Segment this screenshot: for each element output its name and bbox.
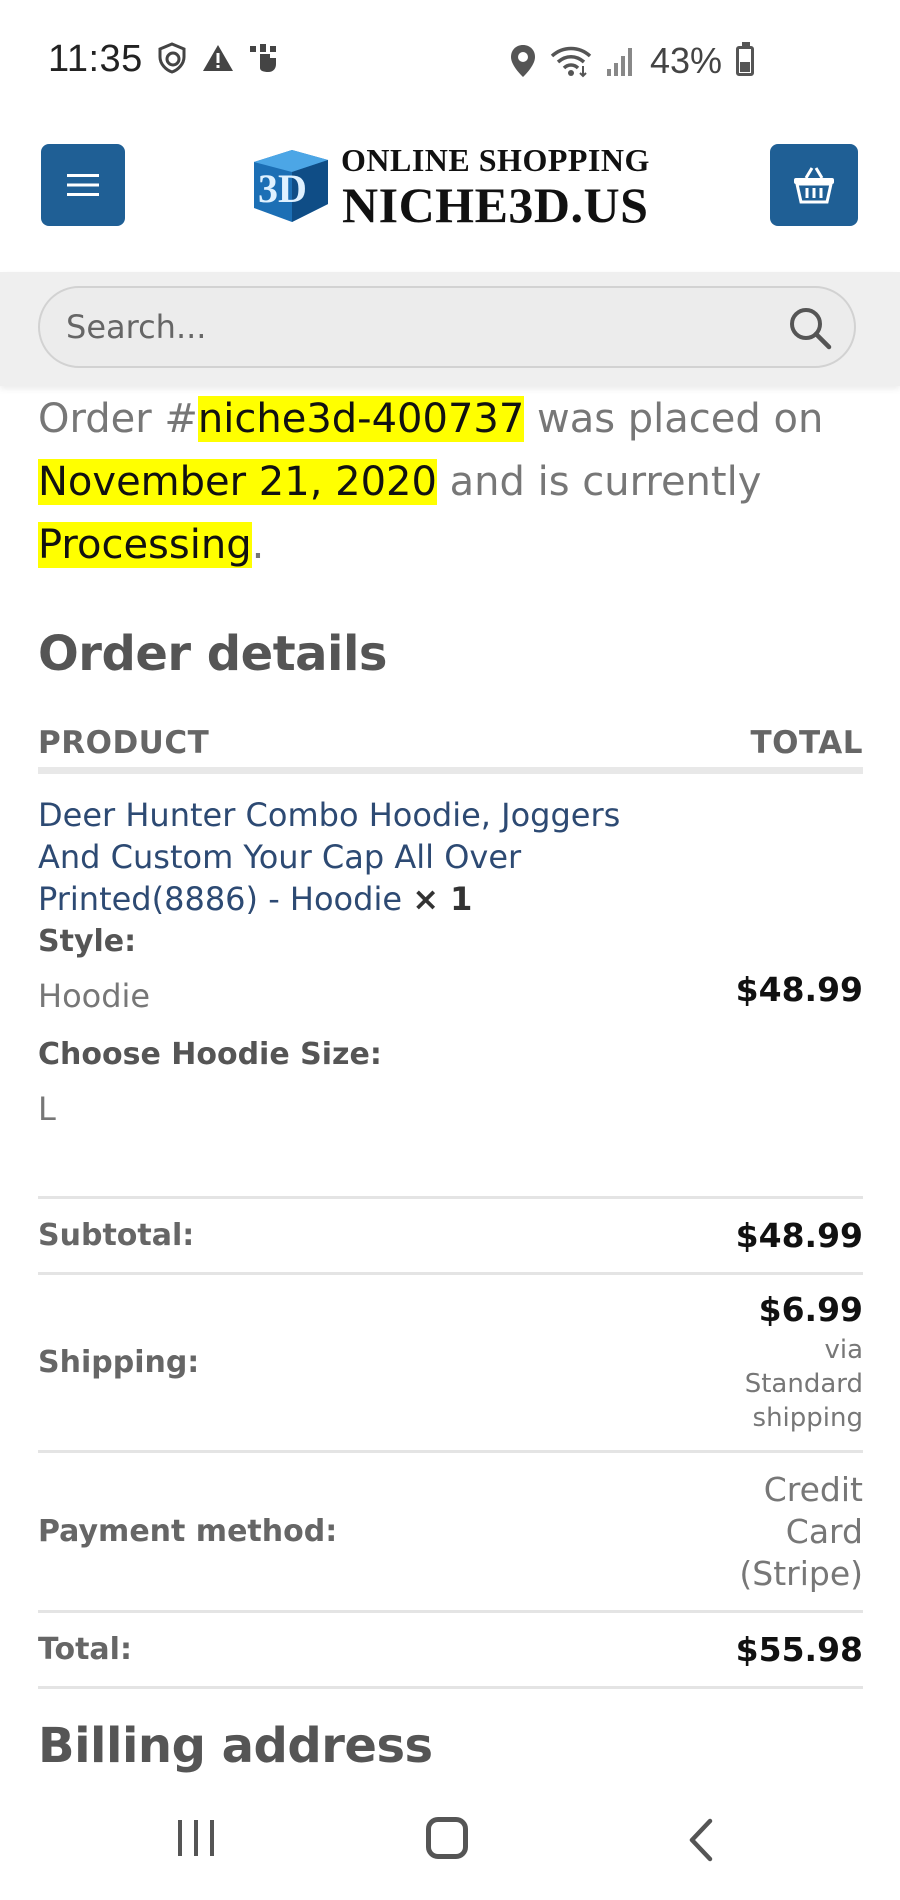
subtotal-value: $48.99 [735, 1216, 863, 1255]
order-status: Processing [38, 522, 252, 568]
status-bar: 11:35 43% [0, 0, 900, 120]
order-mid-text-2: and is currently [436, 459, 762, 505]
shipping-label: Shipping: [38, 1345, 200, 1380]
search-box [38, 286, 856, 368]
col-total-header: TOTAL [750, 724, 863, 761]
logo-wordmark: NICHE3D.US [342, 177, 649, 233]
order-table-header: PRODUCT TOTAL [38, 718, 863, 774]
payment-method-value: Credit Card (Stripe) [739, 1469, 863, 1595]
site-logo[interactable]: 3D ONLINE SHOPPING NICHE3D.US [248, 140, 668, 240]
total-row: Total: $55.98 [38, 1613, 863, 1689]
product-link[interactable]: Deer Hunter Combo Hoodie, Joggers And Cu… [38, 796, 620, 918]
hamburger-icon [67, 174, 99, 196]
product-name-line: Deer Hunter Combo Hoodie, Joggers And Cu… [38, 794, 678, 920]
search-bar [0, 272, 900, 386]
table-row: Deer Hunter Combo Hoodie, Joggers And Cu… [38, 794, 863, 1199]
shipping-value-block: $6.99 via Standard shipping [745, 1290, 863, 1435]
payment-line-1: Credit [763, 1469, 863, 1509]
status-time: 11:35 [48, 38, 143, 80]
product-quantity: × 1 [412, 880, 473, 918]
logo-tagline: ONLINE SHOPPING [341, 142, 650, 178]
total-label: Total: [38, 1632, 132, 1667]
site-header: 3D ONLINE SHOPPING NICHE3D.US [0, 120, 900, 272]
back-icon[interactable] [686, 1818, 716, 1862]
billing-address-title: Billing address [38, 1718, 433, 1774]
shield-refresh-icon [158, 42, 186, 74]
payment-method-label: Payment method: [38, 1514, 338, 1549]
shipping-value: $6.99 [758, 1290, 863, 1329]
search-icon[interactable] [788, 306, 832, 350]
logo-badge-text: 3D [258, 166, 307, 211]
menu-button[interactable] [41, 144, 125, 226]
recent-apps-icon[interactable] [176, 1820, 216, 1856]
total-value: $55.98 [735, 1630, 863, 1669]
size-label: Choose Hoodie Size: [38, 1037, 382, 1072]
signal-icon [606, 48, 632, 76]
touch-icon [250, 44, 276, 72]
order-number: niche3d-400737 [197, 396, 525, 442]
order-prefix: Order # [38, 396, 198, 442]
system-nav-bar [0, 1780, 900, 1900]
payment-line-3: (Stripe) [739, 1553, 863, 1593]
basket-icon [794, 167, 834, 204]
payment-method-row: Payment method: Credit Card (Stripe) [38, 1453, 863, 1613]
shipping-method-line-2: Standard [744, 1369, 863, 1399]
cart-button[interactable] [770, 144, 858, 226]
order-content: Order #niche3d-400737 was placed on Nove… [38, 388, 863, 1774]
order-suffix: . [251, 522, 265, 568]
battery-percentage: 43% [649, 40, 722, 81]
3d-logo-icon: 3D [254, 150, 328, 222]
size-value: L [38, 1090, 56, 1128]
warning-icon [203, 45, 233, 71]
order-date: November 21, 2020 [38, 459, 437, 505]
product-price: $48.99 [735, 970, 863, 1009]
subtotal-row: Subtotal: $48.99 [38, 1199, 863, 1275]
shipping-row: Shipping: $6.99 via Standard shipping [38, 1275, 863, 1453]
shipping-method-line-1: via [824, 1335, 863, 1365]
location-icon [510, 45, 535, 77]
battery-icon [736, 42, 754, 76]
search-input[interactable] [66, 288, 766, 366]
wifi-icon [550, 46, 592, 78]
status-system-icons: 43% [510, 40, 754, 82]
shipping-method-line-3: shipping [752, 1403, 863, 1433]
order-status-message: Order #niche3d-400737 was placed on Nove… [38, 388, 863, 577]
col-product-header: PRODUCT [38, 724, 210, 761]
subtotal-label: Subtotal: [38, 1218, 195, 1253]
style-label: Style: [38, 924, 137, 959]
order-mid-text: was placed on [524, 396, 824, 442]
payment-line-2: Card [785, 1511, 863, 1551]
status-notification-icons [156, 42, 282, 74]
order-details-title: Order details [38, 626, 388, 682]
home-icon[interactable] [426, 1817, 468, 1859]
